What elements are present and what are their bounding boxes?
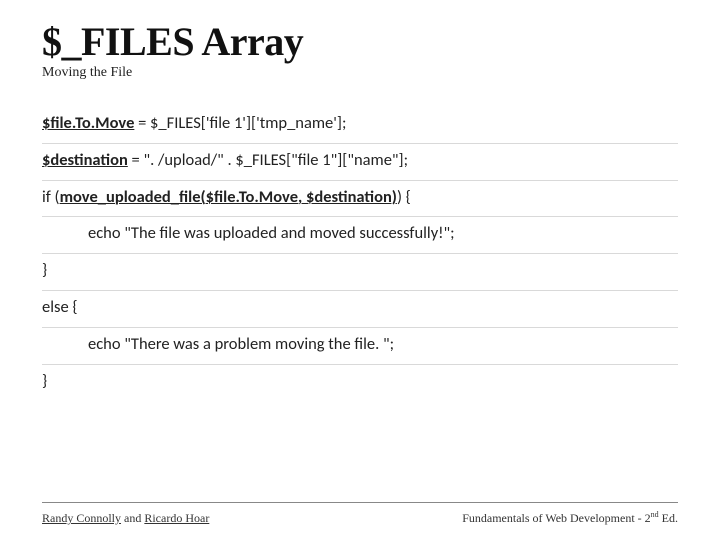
code-line: echo "The file was uploaded and moved su… xyxy=(42,217,678,254)
footer-rule xyxy=(42,502,678,503)
code-line: $destination = ". /upload/" . $_FILES["f… xyxy=(42,144,678,181)
page-title: $_FILES Array xyxy=(42,18,678,65)
var-lhs: $destination xyxy=(42,150,128,170)
code-post: ) { xyxy=(397,187,411,207)
code-line: echo "There was a problem moving the fil… xyxy=(42,328,678,365)
code-line: } xyxy=(42,365,678,401)
author-sep: and xyxy=(121,511,144,525)
code-pre: if ( xyxy=(42,187,60,207)
book-suffix: Ed. xyxy=(659,511,678,525)
ordinal-sup: nd xyxy=(651,510,659,519)
author-1: Randy Connolly xyxy=(42,511,121,525)
book-title: Fundamentals of Web Development - 2 xyxy=(462,511,650,525)
code-rhs: = $_FILES['file 1']['tmp_name']; xyxy=(134,113,346,133)
author-2: Ricardo Hoar xyxy=(144,511,209,525)
page-subtitle: Moving the File xyxy=(42,65,678,81)
footer-book: Fundamentals of Web Development - 2nd Ed… xyxy=(462,510,678,526)
fn-call: move_uploaded_file($file.To.Move, $desti… xyxy=(60,187,397,207)
code-line: if (move_uploaded_file($file.To.Move, $d… xyxy=(42,181,678,218)
var-lhs: $file.To.Move xyxy=(42,113,134,133)
footer: Randy Connolly and Ricardo Hoar Fundamen… xyxy=(42,510,678,526)
code-line: $file.To.Move = $_FILES['file 1']['tmp_n… xyxy=(42,107,678,144)
code-rhs: = ". /upload/" . $_FILES["file 1"]["name… xyxy=(128,150,408,170)
slide: $_FILES Array Moving the File $file.To.M… xyxy=(0,0,720,540)
code-listing: $file.To.Move = $_FILES['file 1']['tmp_n… xyxy=(42,107,678,400)
code-line: else { xyxy=(42,291,678,328)
footer-authors: Randy Connolly and Ricardo Hoar xyxy=(42,511,209,526)
code-line: } xyxy=(42,254,678,291)
